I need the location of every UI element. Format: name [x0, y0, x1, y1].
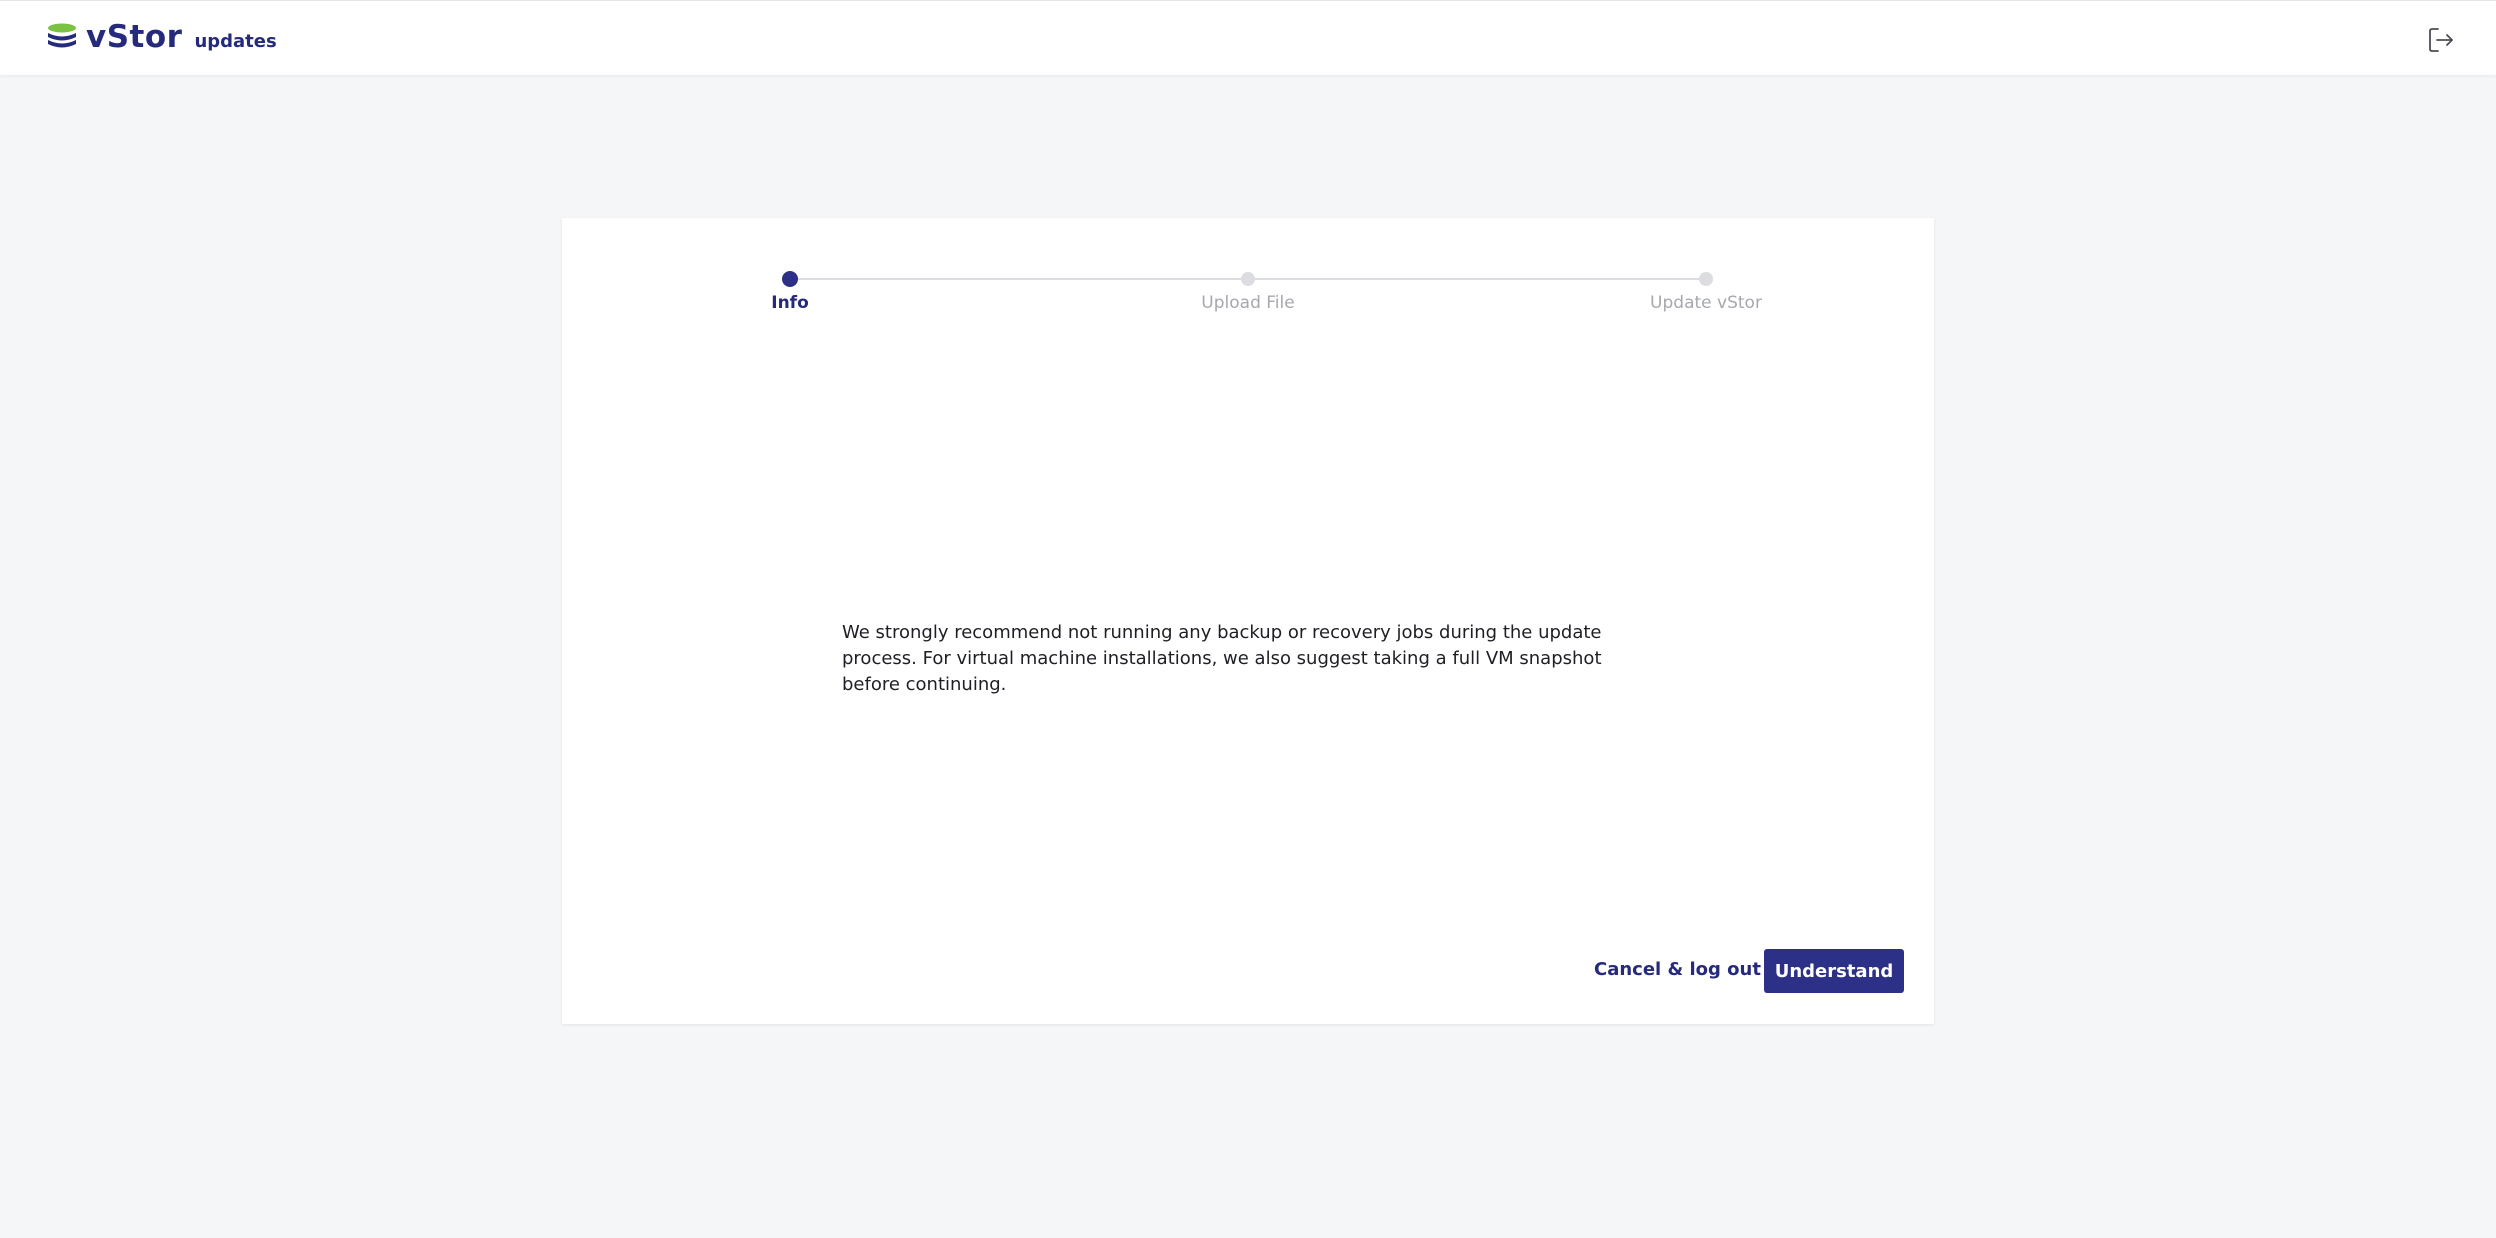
brand-subtitle: updates — [194, 30, 277, 52]
understand-button[interactable]: Understand — [1764, 949, 1904, 993]
top-header: vStor updates — [0, 0, 2496, 75]
logout-icon[interactable] — [2426, 25, 2456, 55]
step-dot-info — [782, 271, 798, 287]
warning-message: We strongly recommend not running any ba… — [842, 622, 1602, 695]
brand-logo[interactable]: vStor updates — [46, 22, 277, 53]
step-label-upload-file: Upload File — [1201, 293, 1295, 313]
cancel-logout-button[interactable]: Cancel & log out — [1586, 948, 1769, 992]
step-label-info: Info — [771, 293, 809, 313]
step-connector — [1248, 278, 1706, 280]
update-wizard-card: Info Upload File Update vStor We strongl… — [562, 218, 1934, 1024]
step-dot-update-vstor — [1699, 272, 1713, 286]
step-label-update-vstor: Update vStor — [1650, 293, 1762, 313]
brand-name: vStor — [86, 19, 183, 55]
step-dot-upload-file — [1241, 272, 1255, 286]
progress-stepper: Info Upload File Update vStor — [562, 218, 1934, 338]
step-connector — [790, 278, 1248, 280]
database-stack-icon — [46, 23, 78, 53]
